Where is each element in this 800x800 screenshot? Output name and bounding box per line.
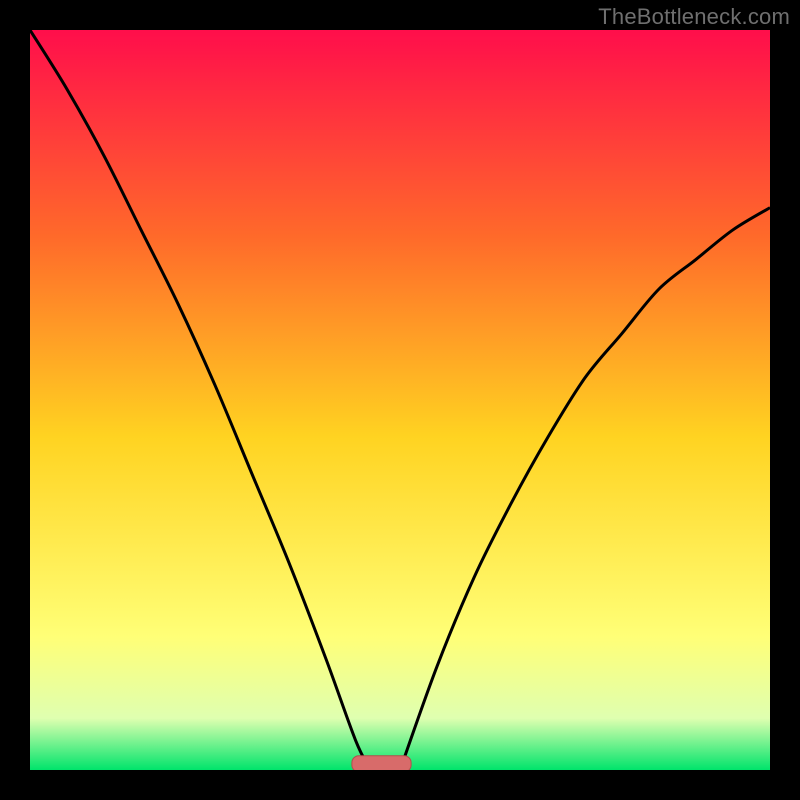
watermark-text: TheBottleneck.com	[598, 4, 790, 30]
bottleneck-marker	[352, 756, 411, 770]
chart-frame: TheBottleneck.com	[0, 0, 800, 800]
plot-area	[30, 30, 770, 770]
chart-svg	[30, 30, 770, 770]
gradient-background	[30, 30, 770, 770]
